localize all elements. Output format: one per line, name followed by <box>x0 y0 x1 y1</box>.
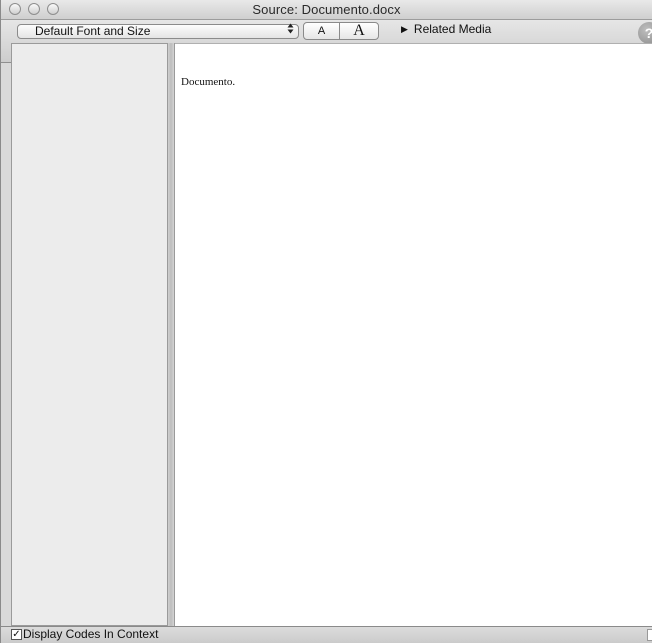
decrease-font-size-button[interactable]: A <box>303 22 340 40</box>
window-title: Source: Documento.docx <box>252 2 401 17</box>
sidebar-panel[interactable] <box>11 43 168 626</box>
checkmark-icon: ✓ <box>12 629 21 640</box>
related-media-label: Related Media <box>413 22 492 36</box>
document-editor[interactable]: Documento. <box>175 43 652 626</box>
increase-font-size-button[interactable]: A <box>339 22 379 40</box>
related-media-toggle[interactable]: ▶ Related Media <box>401 22 491 36</box>
title-bar[interactable]: Source: Documento.docx <box>1 0 652 20</box>
app-window: Source: Documento.docx Default Font and … <box>0 0 652 643</box>
display-codes-label[interactable]: Display Codes In Context <box>23 627 158 641</box>
font-size-select[interactable]: Default Font and Size <box>17 23 299 39</box>
status-bar: ✓ Display Codes In Context <box>1 626 652 643</box>
disclosure-triangle-icon: ▶ <box>401 24 408 34</box>
help-button[interactable]: ? <box>638 22 652 44</box>
up-down-arrows-icon <box>287 23 294 34</box>
status-edge-box <box>647 629 652 641</box>
display-codes-checkbox[interactable]: ✓ <box>11 629 22 640</box>
select-arrows-icon <box>287 23 294 36</box>
font-select-value: Default Font and Size <box>35 24 151 38</box>
document-text[interactable]: Documento. <box>181 76 235 88</box>
panel-splitter[interactable] <box>168 43 175 626</box>
